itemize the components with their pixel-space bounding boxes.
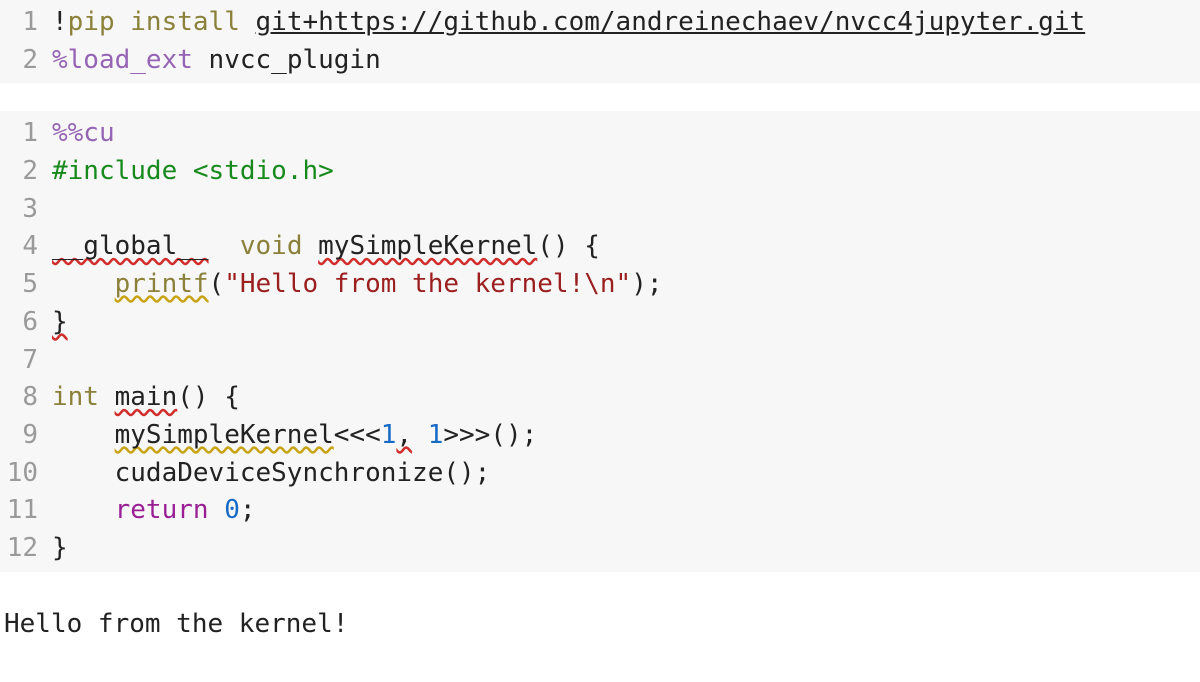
tok: pip	[68, 7, 115, 37]
cell-output: Hello from the kernel!	[0, 600, 1200, 650]
code-content: !pip install git+https://github.com/andr…	[52, 4, 1200, 42]
line-number: 2	[0, 42, 52, 80]
func-name: mySimpleKernel	[318, 231, 537, 261]
code-line: 2 %load_ext nvcc_plugin	[0, 42, 1200, 80]
func-name: main	[115, 382, 178, 412]
chevrons: <<<	[334, 420, 381, 450]
sp	[99, 382, 115, 412]
paren: ()	[490, 420, 521, 450]
string: "Hello from the kernel!\n"	[224, 269, 631, 299]
sp	[209, 495, 225, 525]
call: printf	[115, 269, 209, 299]
line-number: 6	[0, 304, 52, 342]
line-number: 7	[0, 342, 52, 380]
qualifier: __global__	[52, 231, 209, 261]
code-content: __global__ void mySimpleKernel() {	[52, 228, 1200, 266]
code-cell-1[interactable]: 1 !pip install git+https://github.com/an…	[0, 0, 1200, 83]
chevrons: >>>	[443, 420, 490, 450]
code-line: 8 int main() {	[0, 379, 1200, 417]
magic: %load_ext	[52, 45, 193, 75]
header: <stdio.h>	[193, 156, 334, 186]
semi: ;	[475, 458, 491, 488]
sp	[177, 156, 193, 186]
line-number: 10	[0, 455, 52, 493]
sp	[412, 420, 428, 450]
sp	[569, 231, 585, 261]
code-line: 9 mySimpleKernel<<<1, 1>>>();	[0, 417, 1200, 455]
code-content: %%cu	[52, 115, 1200, 153]
indent	[52, 420, 115, 450]
call: mySimpleKernel	[115, 420, 334, 450]
brace: }	[52, 307, 68, 337]
line-number: 1	[0, 4, 52, 42]
paren: ()	[537, 231, 568, 261]
kw: void	[240, 231, 303, 261]
paren: ()	[443, 458, 474, 488]
line-number: 1	[0, 115, 52, 153]
brace: {	[224, 382, 240, 412]
code-content: %load_ext nvcc_plugin	[52, 42, 1200, 80]
sp	[209, 382, 225, 412]
num: 1	[381, 420, 397, 450]
indent	[52, 269, 115, 299]
line-number: 11	[0, 492, 52, 530]
brace: {	[584, 231, 600, 261]
sp	[115, 7, 131, 37]
code-line: 1 %%cu	[0, 115, 1200, 153]
arg: nvcc_plugin	[209, 45, 381, 75]
sp	[240, 7, 256, 37]
paren: (	[209, 269, 225, 299]
semi: ;	[240, 495, 256, 525]
call: cudaDeviceSynchronize	[115, 458, 444, 488]
code-content: return 0;	[52, 492, 1200, 530]
code-content: mySimpleKernel<<<1, 1>>>();	[52, 417, 1200, 455]
code-line: 1 !pip install git+https://github.com/an…	[0, 4, 1200, 42]
paren: ()	[177, 382, 208, 412]
code-cell-2[interactable]: 1 %%cu 2 #include <stdio.h> 3 4 __global…	[0, 111, 1200, 571]
code-line: 11 return 0;	[0, 492, 1200, 530]
comma: ,	[396, 420, 412, 450]
sp	[193, 45, 209, 75]
code-line: 10 cudaDeviceSynchronize();	[0, 455, 1200, 493]
line-number: 12	[0, 530, 52, 568]
line-number: 4	[0, 228, 52, 266]
preproc: #include	[52, 156, 177, 186]
code-line: 12 }	[0, 530, 1200, 568]
semi: ;	[522, 420, 538, 450]
sp	[302, 231, 318, 261]
code-line: 3	[0, 191, 1200, 229]
code-content: cudaDeviceSynchronize();	[52, 455, 1200, 493]
line-number: 9	[0, 417, 52, 455]
indent	[52, 495, 115, 525]
semi: ;	[647, 269, 663, 299]
kw: int	[52, 382, 99, 412]
code-line: 7	[0, 342, 1200, 380]
kw: return	[115, 495, 209, 525]
code-content: printf("Hello from the kernel!\n");	[52, 266, 1200, 304]
code-content: }	[52, 530, 1200, 568]
indent	[52, 458, 115, 488]
code-content: int main() {	[52, 379, 1200, 417]
line-number: 8	[0, 379, 52, 417]
code-content: #include <stdio.h>	[52, 153, 1200, 191]
code-line: 5 printf("Hello from the kernel!\n");	[0, 266, 1200, 304]
magic: %%cu	[52, 118, 115, 148]
brace: }	[52, 533, 68, 563]
bang: !	[52, 7, 68, 37]
paren: )	[631, 269, 647, 299]
code-content: }	[52, 304, 1200, 342]
url: git+https://github.com/andreinechaev/nvc…	[256, 7, 1086, 37]
line-number: 3	[0, 191, 52, 229]
code-line: 4 __global__ void mySimpleKernel() {	[0, 228, 1200, 266]
tok: install	[130, 7, 240, 37]
sp	[209, 231, 240, 261]
line-number: 2	[0, 153, 52, 191]
code-line: 2 #include <stdio.h>	[0, 153, 1200, 191]
num: 1	[428, 420, 444, 450]
num: 0	[224, 495, 240, 525]
line-number: 5	[0, 266, 52, 304]
code-line: 6 }	[0, 304, 1200, 342]
